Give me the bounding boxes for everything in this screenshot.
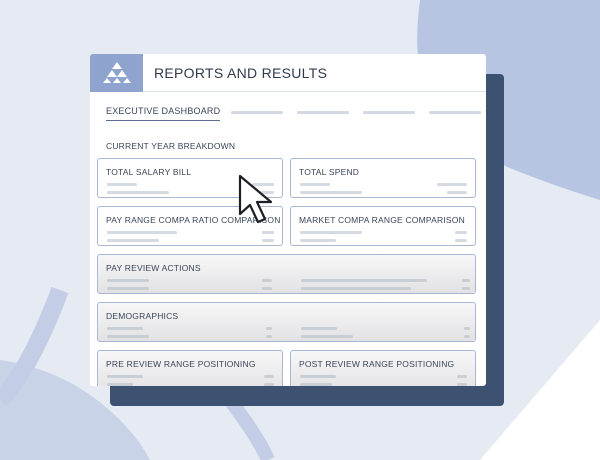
placeholder-line — [437, 183, 467, 186]
card-title: PRE REVIEW RANGE POSITIONING — [106, 359, 256, 369]
tab-placeholder[interactable] — [297, 111, 349, 114]
placeholder-line — [300, 383, 332, 386]
placeholder-line — [464, 335, 470, 338]
placeholder-line — [300, 239, 336, 242]
card-post-review-range-positioning[interactable]: POST REVIEW RANGE POSITIONING — [290, 350, 476, 386]
tab-placeholder[interactable] — [231, 111, 283, 114]
window-title: REPORTS AND RESULTS — [154, 65, 328, 81]
card-pay-review-actions[interactable]: PAY REVIEW ACTIONS — [97, 254, 476, 294]
placeholder-line — [300, 183, 330, 186]
placeholder-line — [107, 335, 149, 338]
placeholder-line — [262, 231, 274, 234]
placeholder-line — [264, 383, 274, 386]
card-market-compa-range[interactable]: MARKET COMPA RANGE COMPARISON — [290, 206, 476, 246]
card-pre-review-range-positioning[interactable]: PRE REVIEW RANGE POSITIONING — [97, 350, 283, 386]
placeholder-line — [107, 279, 149, 282]
card-demographics[interactable]: DEMOGRAPHICS — [97, 302, 476, 342]
tab-bar: EXECUTIVE DASHBOARD — [106, 106, 481, 122]
placeholder-line — [107, 183, 137, 186]
card-title: POST REVIEW RANGE POSITIONING — [299, 359, 455, 369]
placeholder-line — [262, 287, 272, 290]
placeholder-line — [107, 383, 133, 386]
placeholder-line — [455, 231, 467, 234]
placeholder-line — [262, 239, 274, 242]
reports-window: REPORTS AND RESULTS EXECUTIVE DASHBOARD … — [90, 54, 486, 386]
card-title: DEMOGRAPHICS — [106, 311, 179, 321]
placeholder-line — [300, 191, 362, 194]
window-header: REPORTS AND RESULTS — [90, 54, 486, 92]
placeholder-line — [264, 375, 274, 378]
placeholder-line — [107, 191, 169, 194]
card-total-spend[interactable]: TOTAL SPEND — [290, 158, 476, 198]
tab-placeholder[interactable] — [363, 111, 415, 114]
placeholder-line — [447, 191, 467, 194]
placeholder-line — [301, 327, 337, 330]
card-title: TOTAL SPEND — [299, 167, 360, 177]
placeholder-line — [301, 287, 411, 290]
placeholder-line — [107, 327, 143, 330]
placeholder-line — [301, 335, 353, 338]
arrow-pointer-icon — [238, 174, 273, 224]
placeholder-line — [462, 287, 470, 290]
placeholder-line — [457, 375, 467, 378]
placeholder-line — [455, 239, 467, 242]
placeholder-line — [107, 287, 149, 290]
card-title: PAY REVIEW ACTIONS — [106, 263, 201, 273]
tab-executive-dashboard[interactable]: EXECUTIVE DASHBOARD — [106, 106, 221, 121]
card-title: MARKET COMPA RANGE COMPARISON — [299, 215, 465, 225]
section-label: CURRENT YEAR BREAKDOWN — [106, 141, 236, 151]
placeholder-line — [107, 239, 159, 242]
tab-placeholder[interactable] — [429, 111, 481, 114]
placeholder-line — [107, 231, 177, 234]
placeholder-line — [266, 335, 272, 338]
triangles-logo-icon — [90, 54, 143, 92]
placeholder-line — [464, 327, 470, 330]
placeholder-line — [266, 327, 272, 330]
placeholder-line — [462, 279, 470, 282]
placeholder-line — [107, 375, 143, 378]
placeholder-line — [301, 279, 427, 282]
placeholder-line — [300, 231, 362, 234]
placeholder-line — [457, 383, 467, 386]
card-title: TOTAL SALARY BILL — [106, 167, 192, 177]
placeholder-line — [262, 279, 272, 282]
placeholder-line — [300, 375, 336, 378]
